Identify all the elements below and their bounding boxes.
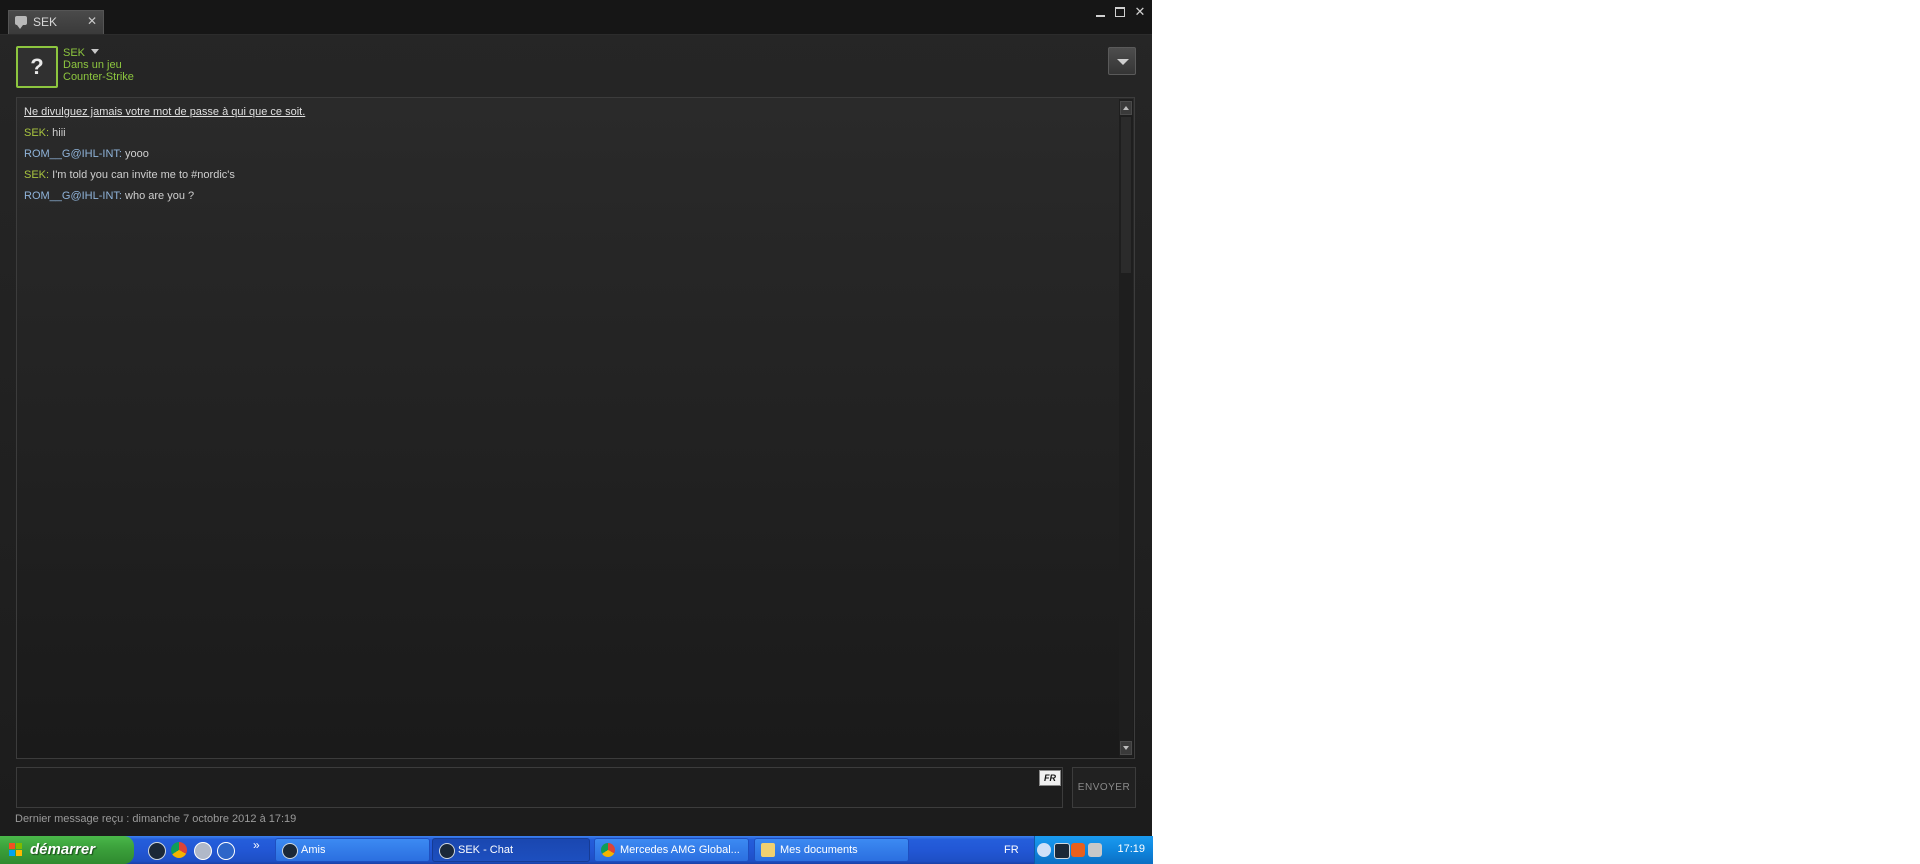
message-text: yooo bbox=[121, 148, 149, 160]
chat-message: ROM__G@IHL-INT: yooo bbox=[24, 146, 305, 167]
password-warning[interactable]: Ne divulguez jamais votre mot de passe à… bbox=[24, 104, 305, 125]
scroll-down-arrow-icon[interactable] bbox=[1120, 741, 1132, 755]
task-label: Mercedes AMG Global... bbox=[620, 844, 740, 856]
close-button[interactable]: ✕ bbox=[1132, 4, 1148, 20]
quick-launch-more[interactable]: » bbox=[253, 838, 260, 852]
taskbar: démarrer » Amis SEK - Chat Mercedes AMG … bbox=[0, 836, 1153, 864]
start-button[interactable]: démarrer bbox=[0, 836, 134, 864]
friend-status: Dans un jeu bbox=[63, 59, 122, 71]
steam-icon bbox=[439, 843, 455, 859]
chat-message: SEK: hiii bbox=[24, 125, 305, 146]
task-label: Amis bbox=[301, 844, 326, 856]
scroll-up-arrow-icon[interactable] bbox=[1120, 101, 1132, 115]
last-message-received: Dernier message reçu : dimanche 7 octobr… bbox=[15, 813, 297, 825]
task-label: SEK - Chat bbox=[458, 844, 514, 856]
chrome-icon[interactable] bbox=[171, 842, 187, 858]
chat-header: ? SEK Dans un jeu Counter-Strike bbox=[0, 35, 1152, 95]
friend-name: SEK bbox=[63, 47, 86, 59]
minimize-button[interactable] bbox=[1092, 4, 1108, 20]
steam-chat-window: SEK ✕ ✕ ? SEK Dans un jeu Counter-Strike… bbox=[0, 0, 1152, 836]
language-indicator[interactable]: FR bbox=[1004, 844, 1019, 856]
chat-lines: Ne divulguez jamais votre mot de passe à… bbox=[24, 104, 305, 209]
message-text: hiii bbox=[49, 127, 66, 139]
chevron-down-icon[interactable] bbox=[91, 49, 100, 54]
chrome-icon bbox=[601, 843, 615, 857]
task-sek-chat[interactable]: SEK - Chat bbox=[432, 838, 590, 862]
chat-message: ROM__G@IHL-INT: who are you ? bbox=[24, 188, 305, 209]
friend-game: Counter-Strike bbox=[63, 71, 134, 83]
input-language-badge: FR bbox=[1039, 770, 1061, 786]
volume-icon[interactable] bbox=[1088, 843, 1102, 857]
folder-icon bbox=[761, 843, 775, 857]
message-text: who are you ? bbox=[121, 190, 195, 202]
steam-icon[interactable] bbox=[1054, 843, 1070, 859]
friend-info: SEK Dans un jeu Counter-Strike bbox=[63, 47, 134, 83]
start-label: démarrer bbox=[30, 841, 96, 858]
steam-icon[interactable] bbox=[148, 842, 166, 860]
windows-logo-icon bbox=[9, 843, 23, 857]
message-sender[interactable]: ROM__G@IHL-INT: bbox=[24, 148, 122, 160]
tab-label: SEK bbox=[33, 15, 58, 29]
window-controls: ✕ bbox=[1092, 4, 1148, 22]
send-button[interactable]: ENVOYER bbox=[1072, 767, 1136, 808]
message-sender[interactable]: ROM__G@IHL-INT: bbox=[24, 190, 122, 202]
network-icon[interactable] bbox=[194, 842, 212, 860]
tray-expand-icon[interactable] bbox=[1037, 843, 1051, 857]
chat-bubble-icon bbox=[15, 16, 27, 29]
message-sender[interactable]: SEK: bbox=[24, 127, 49, 139]
friend-name-row[interactable]: SEK bbox=[63, 47, 134, 59]
task-amis[interactable]: Amis bbox=[275, 838, 430, 862]
task-mes-documents[interactable]: Mes documents bbox=[754, 838, 909, 862]
message-sender[interactable]: SEK: bbox=[24, 169, 49, 181]
scroll-thumb[interactable] bbox=[1121, 117, 1131, 273]
antivirus-icon[interactable] bbox=[1071, 843, 1085, 857]
steam-icon bbox=[282, 843, 298, 859]
message-text: I'm told you can invite me to #nordic's bbox=[49, 169, 235, 181]
chat-tab-sek[interactable]: SEK ✕ bbox=[8, 10, 104, 34]
clock: 17:19 bbox=[1117, 843, 1145, 855]
avatar[interactable]: ? bbox=[16, 46, 58, 88]
tab-close-icon[interactable]: ✕ bbox=[87, 14, 97, 28]
chat-scrollbar[interactable] bbox=[1119, 99, 1133, 757]
system-tray: 17:19 bbox=[1034, 836, 1153, 864]
media-player-icon[interactable] bbox=[217, 842, 235, 860]
maximize-button[interactable] bbox=[1112, 4, 1128, 20]
message-input[interactable]: FR bbox=[16, 767, 1063, 808]
chat-message: SEK: I'm told you can invite me to #nord… bbox=[24, 167, 305, 188]
task-label: Mes documents bbox=[780, 844, 858, 856]
title-bar: SEK ✕ ✕ bbox=[0, 0, 1152, 35]
chat-log: Ne divulguez jamais votre mot de passe à… bbox=[16, 97, 1135, 759]
task-mercedes-amg[interactable]: Mercedes AMG Global... bbox=[594, 838, 749, 862]
options-dropdown-button[interactable] bbox=[1108, 47, 1136, 75]
